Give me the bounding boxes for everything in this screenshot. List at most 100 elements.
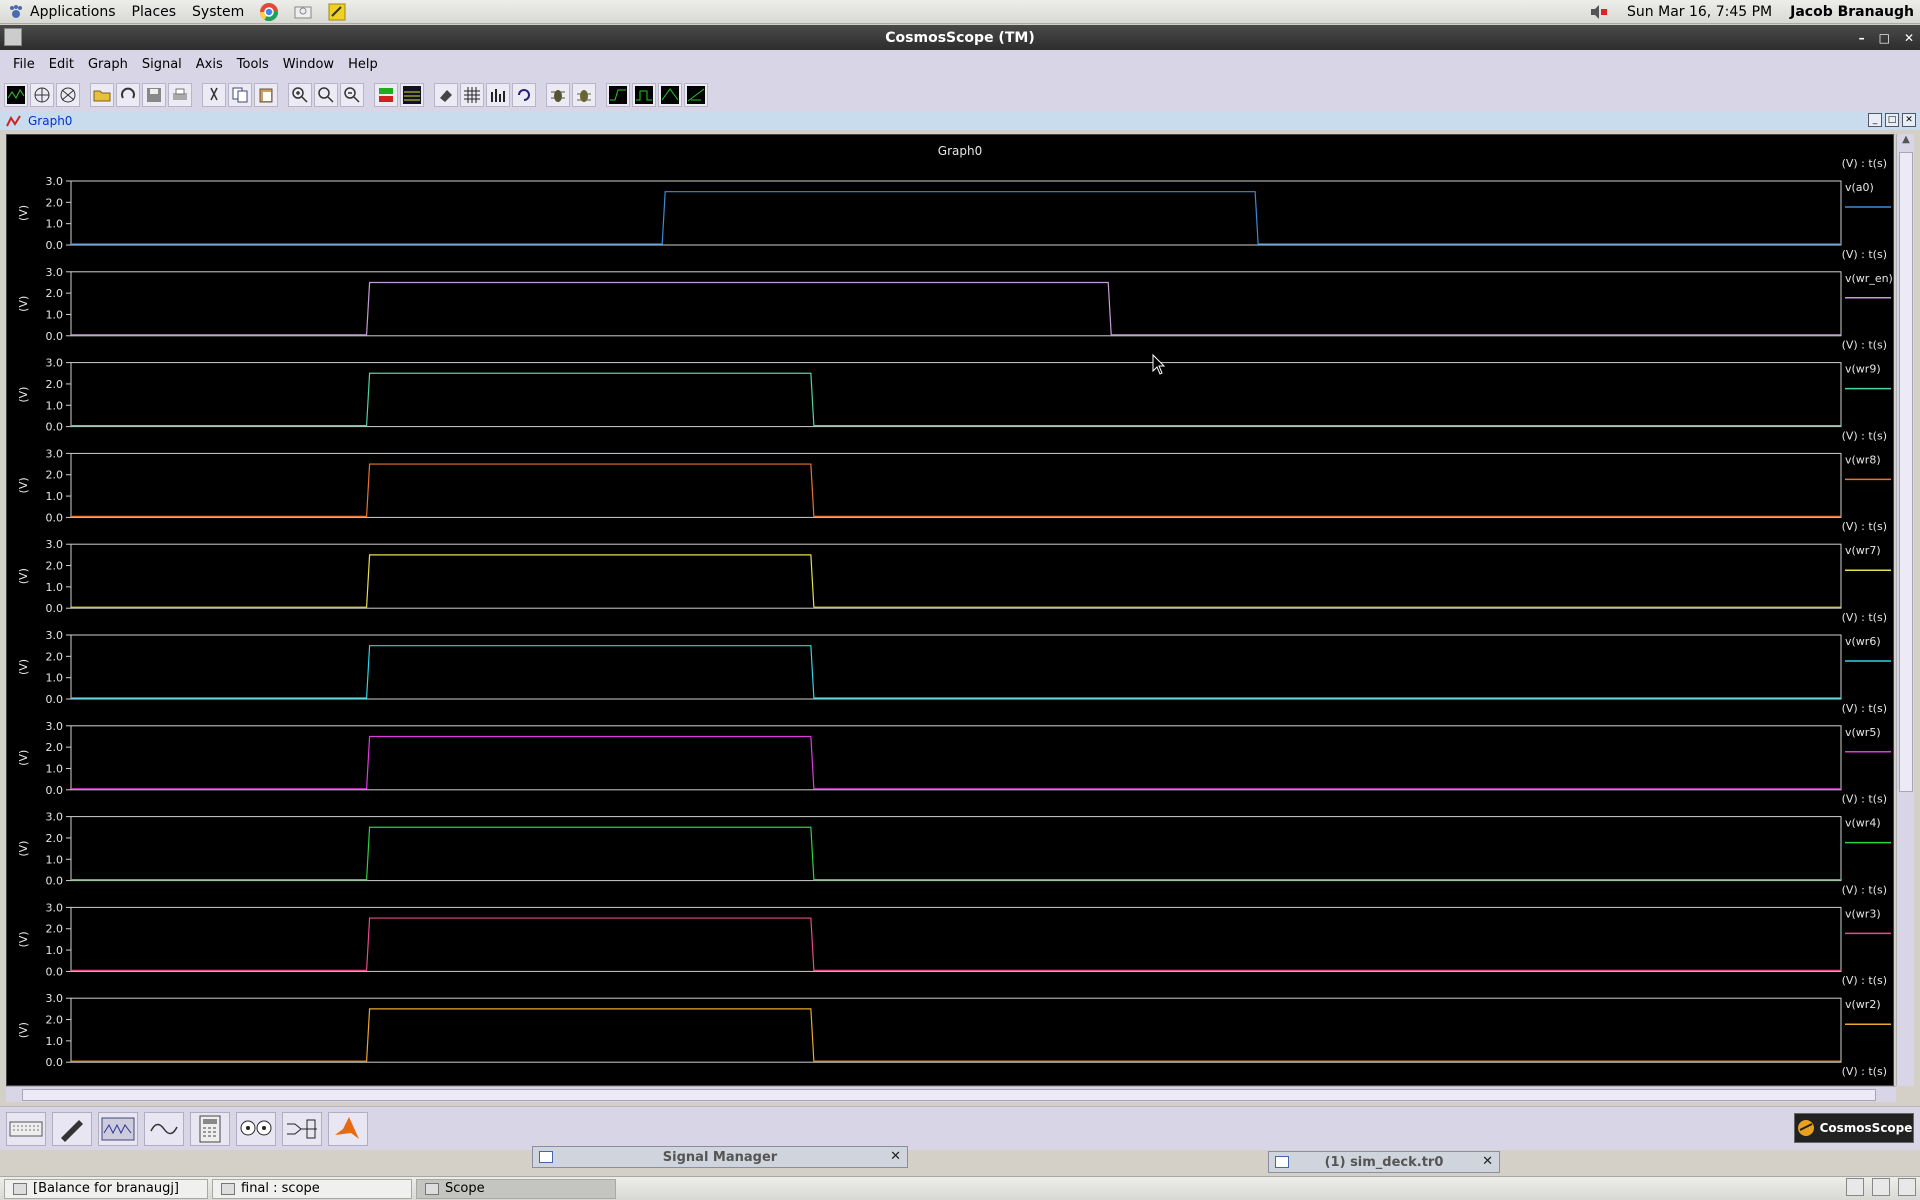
window-icon [539,1151,553,1163]
measure-slope-icon[interactable] [684,83,708,107]
horizontal-scrollbar[interactable] [6,1086,1896,1102]
network-icon[interactable] [30,83,54,107]
y-tick-label: 3.0 [46,992,64,1005]
y-tick-label: 0.0 [46,1056,64,1069]
open-folder-icon[interactable] [90,83,114,107]
window-menu-icon[interactable] [4,28,22,46]
zoom-in-icon[interactable] [288,83,312,107]
zoom-fit-icon[interactable] [314,83,338,107]
paste-icon[interactable] [254,83,278,107]
y-tick-label: 1.0 [46,853,64,866]
waveform-trace [71,735,1841,790]
system-menu[interactable]: System [184,0,252,24]
clock[interactable]: Sun Mar 16, 7:45 PM [1627,4,1772,20]
task-scope[interactable]: Scope [416,1178,616,1199]
y-axis-label: (V) [17,841,30,857]
menu-file[interactable]: File [6,57,42,72]
y-tick-label: 3.0 [46,901,64,914]
task-balance[interactable]: [Balance for branaugj] [4,1178,208,1199]
new-graph-icon[interactable] [4,83,28,107]
measure-pulse-icon[interactable] [632,83,656,107]
schematic-icon[interactable] [282,1111,322,1146]
measure-rise-icon[interactable] [606,83,630,107]
measure-peak-icon[interactable] [658,83,682,107]
signal-view-icon[interactable] [98,1111,138,1146]
menubar: File Edit Graph Signal Axis Tools Window… [0,50,1920,78]
frame-minimize-icon[interactable]: _ [1868,113,1882,127]
vertical-scrollbar[interactable]: ▲ [1896,134,1914,1086]
cut-icon[interactable] [202,83,226,107]
matlab-icon[interactable] [328,1111,368,1146]
chrome-launcher-icon[interactable] [258,1,280,23]
volume-muted-icon[interactable] [1589,4,1609,20]
scroll-up-icon[interactable]: ▲ [1897,134,1915,150]
print-icon[interactable] [168,83,192,107]
tray-workspace-icon[interactable] [1898,1178,1916,1196]
signal-manager-window[interactable]: Signal Manager ✕ [532,1146,908,1168]
calculator-icon[interactable] [190,1111,230,1146]
reopen-icon[interactable] [116,83,140,107]
legend-entry: v(wr9) [1845,363,1881,376]
waveform-trace [71,372,1841,427]
horizontal-scroll-thumb[interactable] [22,1089,1876,1101]
task-final-scope[interactable]: final : scope [212,1178,412,1199]
bars-icon[interactable] [486,83,510,107]
axis-units-label: (V) : t(s) [1842,429,1887,442]
keyboard-icon[interactable] [6,1111,46,1146]
menu-edit[interactable]: Edit [42,57,81,72]
refresh-icon[interactable] [512,83,536,107]
frame-close-icon[interactable]: ✕ [1902,113,1916,127]
notes-launcher-icon[interactable] [326,1,348,23]
waveform-calc-icon[interactable] [144,1111,184,1146]
waveform-plot[interactable]: Graph0 (V) : t(s) (V) 3.0 2.0 1.0 0.0 v(a0) (V) … [7,135,1893,1085]
menu-window[interactable]: Window [276,57,341,72]
menu-signal[interactable]: Signal [135,57,189,72]
waveform-trace [71,554,1841,608]
y-tick-label: 1.0 [46,490,64,503]
y-tick-label: 0.0 [46,875,64,888]
bug-alt-icon[interactable] [572,83,596,107]
copy-icon[interactable] [228,83,252,107]
y-tick-label: 2.0 [46,378,64,391]
axis-units-label: (V) : t(s) [1842,339,1887,352]
grid-icon[interactable] [460,83,484,107]
frame-restore-icon[interactable]: □ [1885,113,1899,127]
tray-window-list-icon[interactable] [1846,1178,1864,1196]
applications-menu[interactable]: Applications [0,0,124,24]
overlay-plots-icon[interactable] [400,83,424,107]
menu-graph[interactable]: Graph [81,57,135,72]
eraser-icon[interactable] [434,83,458,107]
menu-axis[interactable]: Axis [189,57,230,72]
terminal-icon [221,1182,235,1195]
window-titlebar[interactable]: CosmosScope (TM) – □ ✕ [0,25,1920,50]
axis-units-label: (V) : t(s) [1842,702,1887,715]
stack-plots-icon[interactable] [374,83,398,107]
minimize-icon[interactable]: – [1859,31,1865,45]
signal-manager-close-icon[interactable]: ✕ [890,1149,901,1164]
network-browse-icon[interactable] [56,83,80,107]
radiation-icon[interactable] [236,1111,276,1146]
close-icon[interactable]: ✕ [1904,31,1914,45]
places-menu[interactable]: Places [124,0,185,24]
sim-deck-close-icon[interactable]: ✕ [1482,1154,1493,1169]
save-icon[interactable] [142,83,166,107]
sim-deck-window[interactable]: (1) sim_deck.tr0 ✕ [1268,1151,1500,1173]
bottom-toolbar [0,1106,1920,1150]
zoom-out-icon[interactable] [340,83,364,107]
panel-frame [70,997,1842,1063]
graph-frame-titlebar[interactable]: Graph0 _ □ ✕ [0,112,1920,130]
y-tick-label: 3.0 [46,357,64,370]
top-panel: Applications Places System Sun Mar 16, 7… [0,0,1920,24]
axis-units-label: (V) : t(s) [1842,248,1887,261]
y-tick-label: 2.0 [46,923,64,936]
pen-icon[interactable] [52,1111,92,1146]
menu-help[interactable]: Help [341,57,385,72]
vertical-scroll-thumb[interactable] [1899,152,1913,792]
maximize-icon[interactable]: □ [1879,31,1890,45]
bug-icon[interactable] [546,83,570,107]
plot-area[interactable]: Graph0 (V) : t(s) (V) 3.0 2.0 1.0 0.0 v(a0) (V) … [6,134,1894,1086]
tray-chrome-icon[interactable] [1872,1178,1890,1196]
user-name[interactable]: Jacob Branaugh [1790,4,1914,20]
mail-launcher-icon[interactable] [292,1,314,23]
menu-tools[interactable]: Tools [230,57,276,72]
